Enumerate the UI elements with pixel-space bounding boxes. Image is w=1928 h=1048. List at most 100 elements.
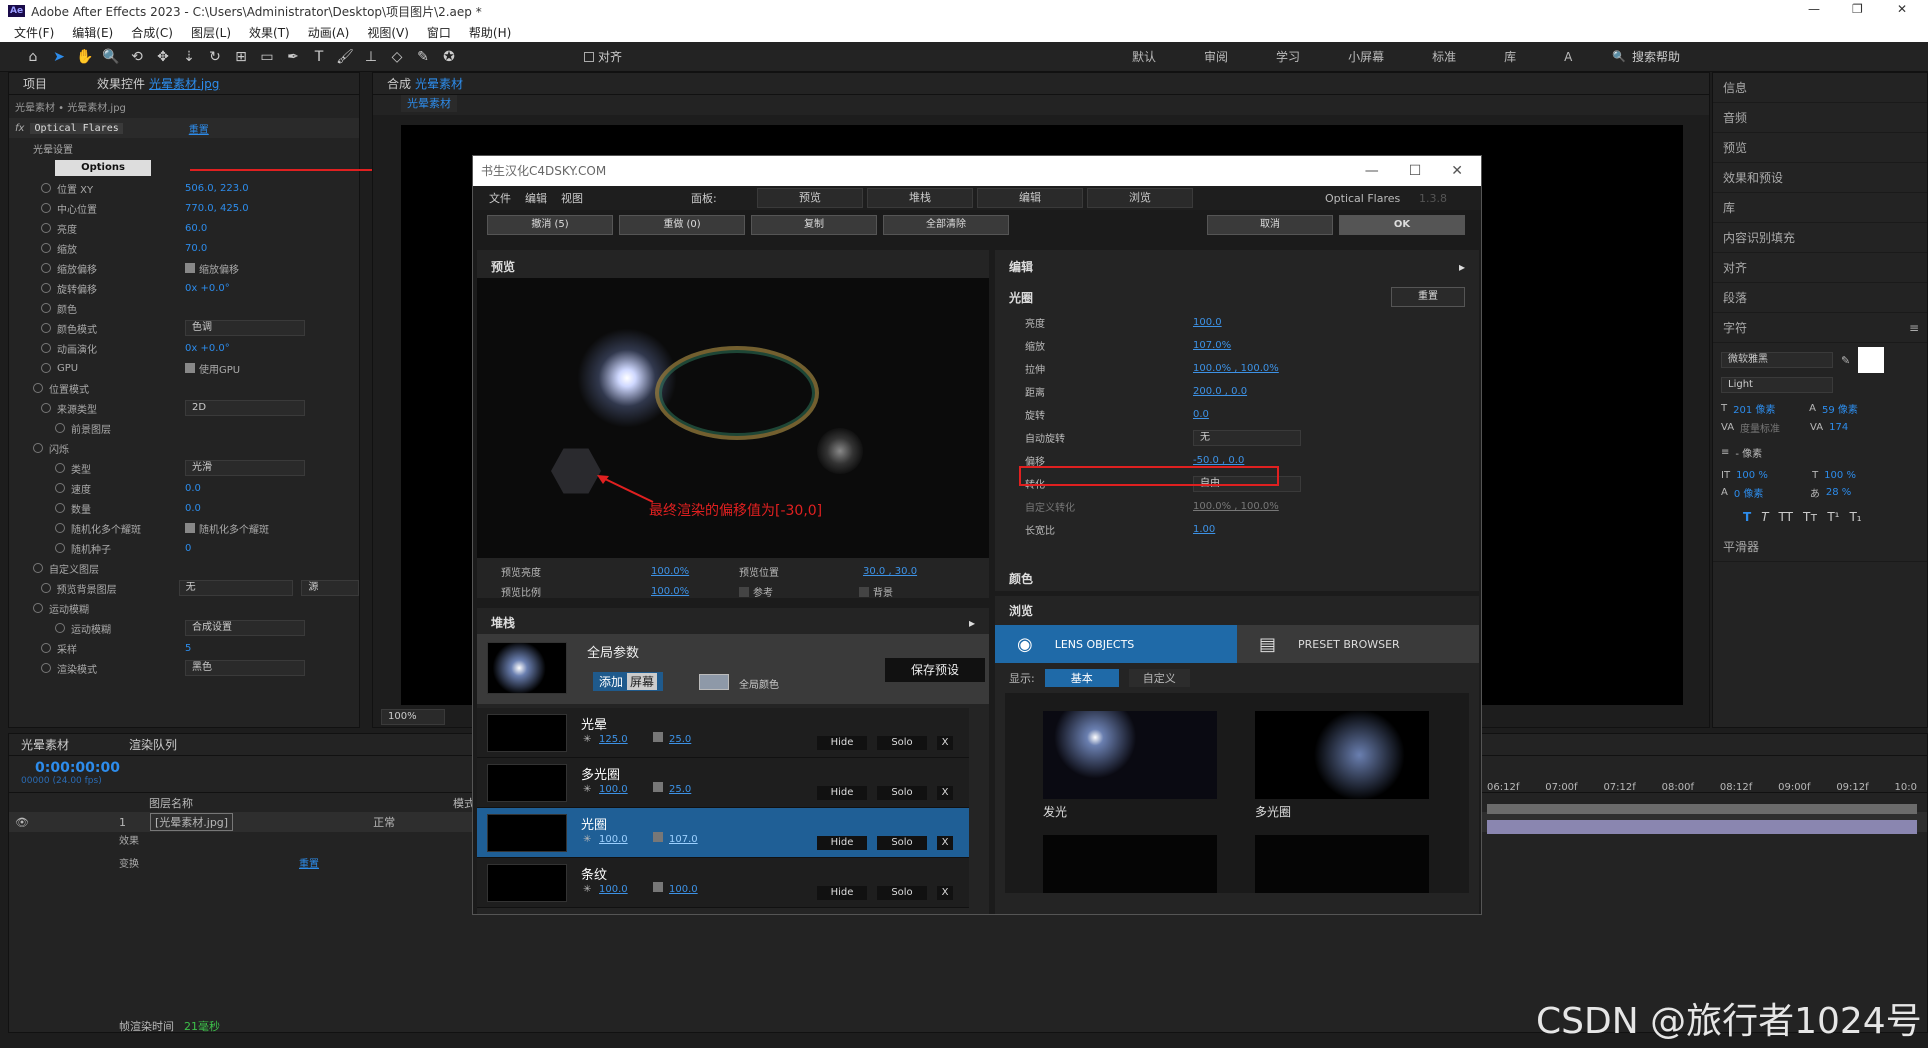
preview-canvas[interactable]: 最终渲染的偏移值为[-30,0] xyxy=(477,278,989,558)
tab-editor[interactable]: 编辑 xyxy=(977,188,1083,208)
bold-icon[interactable]: T xyxy=(1743,510,1751,524)
effect-prop-row[interactable]: 采样 5 xyxy=(9,638,359,658)
effect-prop-row[interactable]: 颜色模式 色调 xyxy=(9,318,359,338)
effect-prop-value[interactable]: 黑色 xyxy=(185,660,305,676)
editor-param-row[interactable]: 拉伸 100.0% , 100.0% xyxy=(1025,357,1479,380)
dialog-maximize-icon[interactable]: ☐ xyxy=(1409,156,1422,186)
effect-prop-row[interactable]: 颜色 xyxy=(9,298,359,318)
solo-button[interactable]: Solo xyxy=(877,736,927,750)
browse-lens-item[interactable]: 发光 xyxy=(1043,711,1217,820)
editor-param-value[interactable]: 1.00 xyxy=(1193,524,1215,535)
editor-param-row[interactable]: 长宽比 1.00 xyxy=(1025,518,1479,541)
effect-prop-row[interactable]: 预览背景图层 无源 xyxy=(9,578,359,598)
close-icon[interactable]: ✕ xyxy=(1897,2,1907,16)
effect-prop-row[interactable]: 速度 0.0 xyxy=(9,478,359,498)
right-panel-item[interactable]: 对齐 xyxy=(1713,253,1927,283)
right-panel-item[interactable]: 效果和预设 xyxy=(1713,163,1927,193)
preview-brightness-value[interactable]: 100.0% xyxy=(651,566,739,577)
orbit-tool-icon[interactable]: ⟲ xyxy=(126,46,148,68)
stopwatch-icon[interactable] xyxy=(41,203,51,213)
font-family-dropdown[interactable]: 微软雅黑 xyxy=(1721,352,1833,368)
effect-prop-value[interactable]: 缩放偏移 xyxy=(199,261,239,276)
prop-checkbox[interactable] xyxy=(185,523,195,533)
dialog-menu-file[interactable]: 文件 xyxy=(489,190,511,206)
stack-element-brightness[interactable]: 100.0 xyxy=(599,834,628,845)
subscript-icon[interactable]: T₁ xyxy=(1849,510,1861,524)
effect-prop-value[interactable]: 5 xyxy=(185,643,191,654)
effect-prop-row[interactable]: 缩放偏移 缩放偏移 xyxy=(9,258,359,278)
effect-prop-row[interactable]: 位置 XY 506.0, 223.0 xyxy=(9,178,359,198)
remove-element-button[interactable]: X xyxy=(937,836,953,850)
editor-expand-icon[interactable]: ▸ xyxy=(1459,260,1465,274)
type-tool-icon[interactable]: T xyxy=(308,46,330,68)
stopwatch-icon[interactable] xyxy=(33,383,43,393)
layer-duration-bar[interactable] xyxy=(1487,820,1917,834)
eraser-tool-icon[interactable]: ◇ xyxy=(386,46,408,68)
stopwatch-icon[interactable] xyxy=(41,223,51,233)
copy-button[interactable]: 复制 xyxy=(751,215,877,235)
superscript-icon[interactable]: T¹ xyxy=(1827,510,1839,524)
stopwatch-icon[interactable] xyxy=(33,603,43,613)
stopwatch-icon[interactable] xyxy=(41,283,51,293)
effect-prop-row[interactable]: 来源类型 2D xyxy=(9,398,359,418)
brush-tool-icon[interactable]: 🖌 xyxy=(334,46,356,68)
layer-sub-transform[interactable]: 变换 xyxy=(119,855,139,870)
menu-window[interactable]: 窗口 xyxy=(427,24,451,41)
hide-button[interactable]: Hide xyxy=(817,736,867,750)
time-ruler[interactable]: 06:12f 07:00f 07:12f 08:00f 08:12f 09:00f 09:1… xyxy=(1487,778,1917,796)
effect-prop-row[interactable]: 随机化多个耀斑 随机化多个耀斑 xyxy=(9,518,359,538)
effect-prop-value[interactable]: 60.0 xyxy=(185,223,207,234)
transform-reset-link[interactable]: 重置 xyxy=(299,855,319,870)
italic-icon[interactable]: T xyxy=(1761,510,1768,524)
effect-prop-row[interactable]: 渲染模式 黑色 xyxy=(9,658,359,678)
editor-param-value[interactable]: 107.0% xyxy=(1193,340,1231,351)
dolly-tool-icon[interactable]: ⇣ xyxy=(178,46,200,68)
work-area-bar[interactable] xyxy=(1487,804,1917,814)
stopwatch-icon[interactable] xyxy=(33,563,43,573)
rotate-tool-icon[interactable]: ↻ xyxy=(204,46,226,68)
hscale-value[interactable]: 100 % xyxy=(1824,470,1856,481)
global-color-swatch[interactable] xyxy=(699,674,729,690)
editor-param-row[interactable]: 亮度 100.0 xyxy=(1025,311,1479,334)
dialog-minimize-icon[interactable]: — xyxy=(1365,156,1379,186)
editor-param-value[interactable]: 100.0% , 100.0% xyxy=(1193,363,1279,374)
editor-param-value[interactable]: 0.0 xyxy=(1193,409,1209,420)
effect-prop-value[interactable]: 70.0 xyxy=(185,243,207,254)
undo-button[interactable]: 撤消 (5) xyxy=(487,215,613,235)
stopwatch-icon[interactable] xyxy=(55,463,65,473)
hide-button[interactable]: Hide xyxy=(817,886,867,900)
effect-prop-row[interactable]: 自定义图层 xyxy=(9,558,359,578)
stack-element-brightness[interactable]: 125.0 xyxy=(599,734,628,745)
menu-animation[interactable]: 动画(A) xyxy=(308,24,350,41)
remove-element-button[interactable]: X xyxy=(937,736,953,750)
comp-subtab[interactable]: 光晕素材 xyxy=(401,95,457,112)
smoother-panel[interactable]: 平滑器 xyxy=(1713,532,1927,562)
maximize-icon[interactable]: ❐ xyxy=(1852,2,1863,16)
editor-param-row[interactable]: 自定义转化 100.0% , 100.0% xyxy=(1025,495,1479,518)
stopwatch-icon[interactable] xyxy=(55,543,65,553)
fill-color-swatch[interactable] xyxy=(1858,347,1885,373)
editor-param-row[interactable]: 自动旋转 无 xyxy=(1025,426,1479,449)
tab-render-queue[interactable]: 渲染队列 xyxy=(129,734,177,756)
font-style-dropdown[interactable]: Light xyxy=(1721,377,1833,393)
menu-comp[interactable]: 合成(C) xyxy=(131,24,173,41)
effect-prop-row[interactable]: 随机种子 0 xyxy=(9,538,359,558)
indent-value[interactable]: - 像素 xyxy=(1735,445,1795,460)
effect-prop-row[interactable]: 亮度 60.0 xyxy=(9,218,359,238)
stopwatch-icon[interactable] xyxy=(55,423,65,433)
prop-checkbox[interactable] xyxy=(185,263,195,273)
browse-lens-item[interactable] xyxy=(1043,835,1217,893)
effect-prop-row[interactable]: 数量 0.0 xyxy=(9,498,359,518)
stack-element-row[interactable]: 光晕 ✳ 125.0 25.0 Hide Solo X xyxy=(477,708,969,758)
cancel-button[interactable]: 取消 xyxy=(1207,215,1333,235)
show-basic-button[interactable]: 基本 xyxy=(1044,669,1119,687)
menu-view[interactable]: 视图(V) xyxy=(367,24,409,41)
effect-prop-value[interactable]: 合成设置 xyxy=(185,620,305,636)
workspace-a[interactable]: A xyxy=(1564,50,1572,64)
stopwatch-icon[interactable] xyxy=(41,583,51,593)
puppet-tool-icon[interactable]: ✪ xyxy=(438,46,460,68)
background-checkbox[interactable] xyxy=(859,586,869,597)
ok-button[interactable]: OK xyxy=(1339,215,1465,235)
snap-checkbox[interactable] xyxy=(584,51,594,62)
editor-param-value[interactable]: 200.0 , 0.0 xyxy=(1193,386,1247,397)
